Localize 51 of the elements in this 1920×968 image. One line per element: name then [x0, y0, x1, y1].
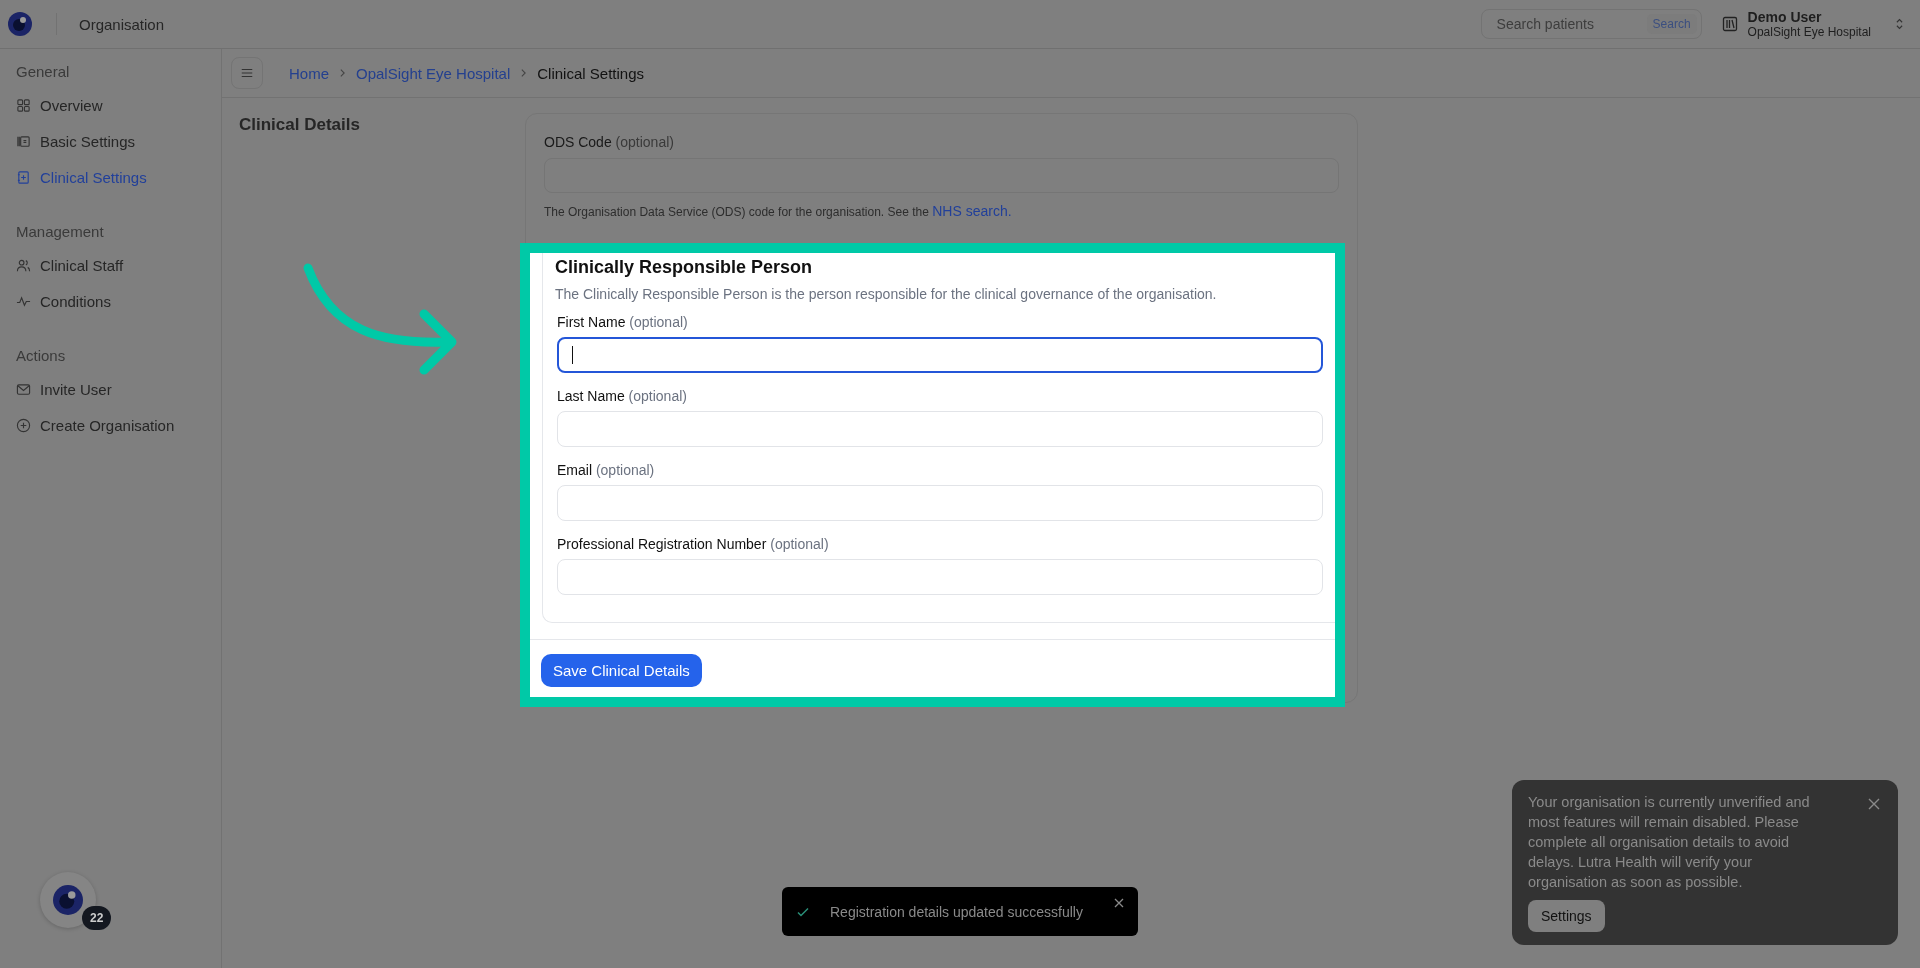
help-text: The Organisation Data Service (ODS) code for the organisation. See the NHS search. [544, 203, 1013, 219]
plus-circle-icon [16, 417, 31, 433]
breadcrumb-link[interactable]: Home [289, 64, 329, 82]
user-organisation: OpalSight Eye Hospital [1747, 25, 1871, 39]
app-title: Organisation [79, 15, 165, 33]
sidebar-heading: General [16, 63, 71, 82]
field-label: Professional Registration Number (optional) [557, 536, 830, 552]
sidebar-item[interactable]: Basic Settings [16, 123, 221, 159]
building-icon [1721, 16, 1738, 32]
field-label: ODS Code (optional) [544, 134, 675, 150]
field-label: Last Name (optional) [557, 388, 688, 404]
sidebar-item[interactable]: Conditions [16, 283, 221, 319]
close-icon[interactable] [1114, 898, 1124, 908]
section-title: Clinical Details [239, 114, 361, 135]
section-description: The Clinically Responsible Person is the person responsible for the clinical governance of the organisation. [555, 286, 1218, 302]
search-field[interactable]: Search patients Search [1480, 9, 1702, 39]
sidebar-heading: Actions [16, 347, 67, 366]
eye-logo-icon [8, 12, 32, 36]
sidebar-item[interactable]: Clinical Settings [16, 159, 221, 195]
panel-icon [16, 133, 31, 149]
sidebar-heading: Management [16, 223, 105, 242]
menu-button[interactable] [231, 57, 263, 89]
pulse-icon [16, 293, 31, 309]
user-name: Demo User [1747, 9, 1823, 25]
chevron-right-icon [339, 68, 346, 78]
chevron-right-icon [520, 68, 528, 78]
field-label: First Name (optional) [557, 314, 689, 330]
breadcrumb-link[interactable]: OpalSight Eye Hospital [356, 64, 511, 82]
section-heading: Clinically Responsible Person [555, 257, 814, 278]
eye-logo-icon [53, 885, 83, 915]
search-button[interactable]: Search [1646, 14, 1697, 34]
notice-message: Your organisation is currently unverified and most features will remain disabled. Please complete all organisation details to avoid delays. Lutra Health will verify your organisation as soon as possible. [1528, 793, 1811, 892]
menu-icon [240, 66, 254, 80]
document-plus-icon [16, 169, 31, 185]
chevron-updown-icon[interactable] [1895, 17, 1904, 31]
nhs-search-link[interactable]: NHS search. [932, 203, 1012, 219]
field-label: Email (optional) [557, 462, 656, 478]
toast-message: Registration details updated successfully [830, 903, 1084, 920]
grid-icon [16, 97, 31, 113]
sidebar-item[interactable]: Overview [16, 87, 221, 123]
mail-icon [16, 381, 31, 397]
sidebar-item[interactable]: Create Organisation [16, 407, 221, 443]
sidebar-item[interactable]: Clinical Staff [16, 247, 221, 283]
count-badge: 22 [82, 906, 112, 930]
users-icon [16, 257, 31, 273]
close-icon[interactable] [1868, 798, 1880, 810]
breadcrumb-current: Clinical Settings [537, 64, 644, 82]
input-field[interactable] [557, 337, 1323, 373]
save-button[interactable]: Save Clinical Details [541, 654, 702, 687]
sidebar-item[interactable]: Invite User [16, 371, 221, 407]
settings-button[interactable]: Settings [1528, 900, 1605, 932]
